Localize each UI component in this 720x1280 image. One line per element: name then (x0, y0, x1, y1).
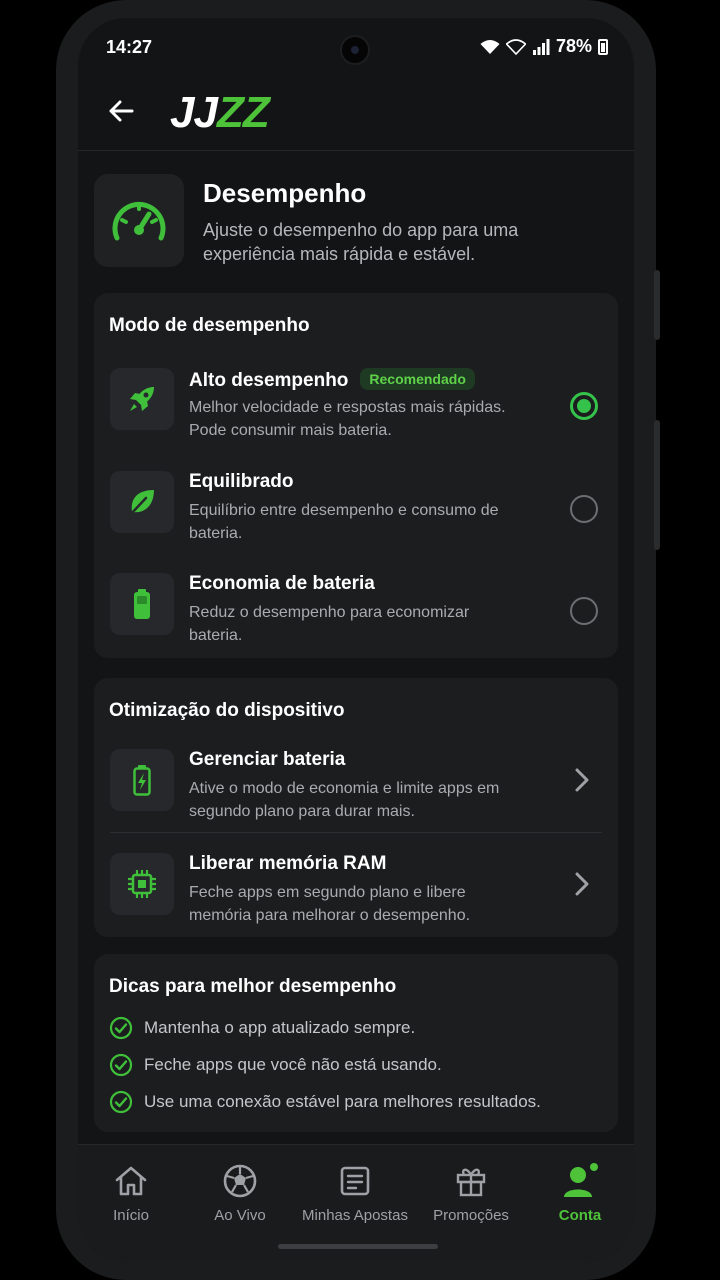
signal-icon (532, 38, 550, 55)
option-description: Melhor velocidade e respostas mais rápid… (189, 399, 506, 439)
tips-card: Dicas para melhor desempenho Mantenha o … (94, 954, 618, 1132)
speedometer-tile (94, 174, 184, 267)
app-header: JJZZ (78, 74, 634, 151)
battery-charging-icon (133, 765, 151, 796)
radio-balanced[interactable] (570, 495, 598, 523)
battery-tile (110, 573, 174, 635)
soccer-ball-icon (223, 1164, 257, 1198)
tip-item: Use uma conexão estável para melhores re… (109, 1089, 541, 1115)
option-name: Alto desempenho (189, 370, 349, 391)
back-arrow-icon[interactable] (104, 94, 138, 128)
chevron-right-icon[interactable] (574, 871, 590, 897)
option-balanced[interactable]: Equilibrado Equilíbrio entre desempenho … (110, 471, 610, 542)
screen: 14:27 78% JJZZ Desempenho Ajuste o desem… (78, 18, 634, 1262)
nav-live[interactable]: Ao Vivo (185, 1145, 295, 1235)
home-indicator (278, 1244, 438, 1249)
divider (110, 832, 602, 833)
nav-label: Início (113, 1207, 149, 1224)
power-button (654, 420, 660, 550)
option-name: Economia de bateria (189, 573, 375, 594)
chevron-right-icon[interactable] (574, 767, 590, 793)
rocket-tile (110, 368, 174, 430)
nav-home[interactable]: Início (78, 1145, 186, 1235)
gift-icon (456, 1168, 486, 1197)
check-circle-icon (109, 1053, 133, 1077)
device-optimization-card: Otimização do dispositivo Gerenciar bate… (94, 678, 618, 937)
app-logo: JJZZ (170, 88, 270, 137)
user-icon (564, 1163, 598, 1197)
tip-text: Use uma conexão estável para melhores re… (144, 1092, 541, 1111)
item-description: Feche apps em segundo plano e libere mem… (189, 884, 471, 924)
tips-title: Dicas para melhor desempenho (109, 976, 397, 997)
option-high-performance[interactable]: Alto desempenho Recomendado Melhor veloci… (110, 368, 610, 439)
manage-battery-item[interactable]: Gerenciar bateria Ative o modo de econom… (110, 749, 610, 820)
chip-icon (128, 870, 156, 898)
nav-label: Promoções (433, 1207, 509, 1224)
tip-item: Mantenha o app atualizado sempre. (109, 1015, 415, 1041)
nav-label: Ao Vivo (214, 1207, 266, 1224)
front-camera (340, 35, 370, 65)
signal-wifi-icon (505, 38, 526, 55)
page-subtitle: Ajuste o desempenho do app para uma expe… (203, 220, 519, 264)
speedometer-icon (112, 201, 166, 241)
nav-account[interactable]: Conta (525, 1145, 634, 1235)
tip-item: Feche apps que você não está usando. (109, 1052, 442, 1078)
option-battery-saver[interactable]: Economia de bateria Reduz o desempenho p… (110, 573, 610, 644)
recommended-badge: Recomendado (360, 368, 475, 390)
nav-promotions[interactable]: Promoções (416, 1145, 526, 1235)
radio-battery-saver[interactable] (570, 597, 598, 625)
battery-percent: 78% (555, 36, 592, 56)
item-description: Ative o modo de economia e limite apps e… (189, 780, 500, 820)
leaf-tile (110, 471, 174, 533)
status-icons: 78% (480, 36, 608, 57)
item-name: Gerenciar bateria (189, 749, 346, 770)
item-name: Liberar memória RAM (189, 853, 387, 874)
radio-high-performance[interactable] (570, 392, 598, 420)
option-description: Equilíbrio entre desempenho e consumo de… (189, 502, 499, 542)
wifi-icon (480, 39, 500, 54)
battery-icon (134, 589, 150, 619)
check-circle-icon (109, 1090, 133, 1114)
nav-label: Minhas Apostas (302, 1207, 408, 1224)
tip-text: Feche apps que você não está usando. (144, 1055, 442, 1074)
rocket-icon (130, 387, 154, 411)
device-optimization-title: Otimização do dispositivo (109, 700, 345, 721)
nav-my-bets[interactable]: Minhas Apostas (300, 1145, 410, 1235)
performance-mode-title: Modo de desempenho (109, 315, 310, 336)
battery-status-icon (598, 38, 608, 55)
option-description: Reduz o desempenho para economizar bater… (189, 604, 470, 644)
ticket-icon (340, 1166, 370, 1196)
status-bar: 14:27 78% (78, 18, 634, 74)
home-icon (115, 1166, 147, 1196)
status-time: 14:27 (106, 37, 153, 57)
option-name: Equilibrado (189, 471, 294, 492)
leaf-icon (128, 490, 154, 517)
performance-mode-card: Modo de desempenho Alto desempenho Recome… (94, 293, 618, 658)
nav-label: Conta (558, 1207, 602, 1224)
tip-text: Mantenha o app atualizado sempre. (144, 1018, 416, 1037)
page-title: Desempenho (203, 178, 367, 208)
chip-tile (110, 853, 174, 915)
check-circle-icon (109, 1016, 133, 1040)
free-ram-item[interactable]: Liberar memória RAM Feche apps em segund… (110, 853, 610, 924)
battery-charging-tile (110, 749, 174, 811)
volume-button (654, 270, 660, 340)
